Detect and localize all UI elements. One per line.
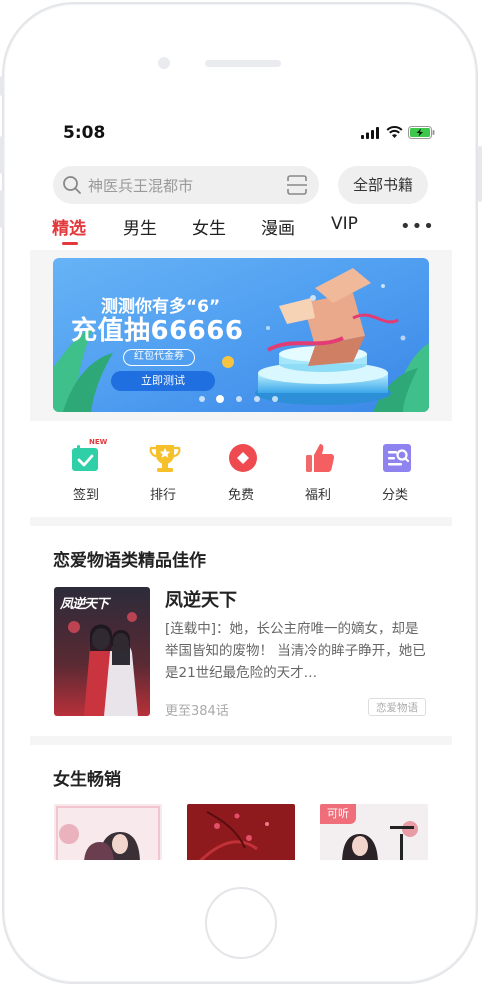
bestseller-cover-art xyxy=(187,804,295,860)
battery-charging-icon xyxy=(408,126,435,139)
genre-tag[interactable]: 恋爱物语 xyxy=(368,698,426,716)
tab-female[interactable]: 女生 xyxy=(192,214,226,239)
quick-link-label: 排行 xyxy=(149,488,176,503)
banner-area: 测测你有多“6” 充值抽66666 红包代金券 立即测试 xyxy=(30,250,452,415)
front-camera xyxy=(158,57,170,69)
status-time: 5:08 xyxy=(63,123,106,143)
banner-voucher-pill: 红包代金券 xyxy=(123,349,195,366)
audio-badge: 可听 xyxy=(320,804,356,824)
mute-switch xyxy=(0,76,4,96)
thumbs-up-icon xyxy=(306,444,335,472)
search-bar[interactable]: 神医兵王混都市 xyxy=(53,166,319,204)
female-bestsellers-section: 女生畅销 可听 xyxy=(30,745,452,860)
active-tab-indicator xyxy=(62,242,78,245)
section-title: 女生畅销 xyxy=(53,770,121,790)
section-title: 恋爱物语类精品佳作 xyxy=(53,551,206,571)
carousel-dot-active[interactable] xyxy=(216,395,224,403)
earpiece-speaker xyxy=(205,60,281,67)
category-icon xyxy=(383,444,411,472)
tab-comics[interactable]: 漫画 xyxy=(261,214,295,239)
banner-test-button[interactable]: 立即测试 xyxy=(111,371,215,391)
volume-down-button xyxy=(0,190,4,228)
carousel-dot[interactable] xyxy=(254,396,260,402)
free-coin-icon xyxy=(229,444,257,472)
quick-links: NEW 签到 排行 免费 福利 分类 xyxy=(30,421,452,517)
carousel-dot[interactable] xyxy=(199,396,205,402)
cover-title: 凤逆天下 xyxy=(60,597,109,612)
carousel-dot[interactable] xyxy=(236,396,242,402)
cellular-signal-icon xyxy=(361,127,379,139)
power-button xyxy=(478,146,482,202)
book-title[interactable]: 凤逆天下 xyxy=(165,586,237,612)
wifi-icon xyxy=(386,126,403,138)
volume-up-button xyxy=(0,136,4,174)
search-icon xyxy=(63,176,81,194)
banner-title: 充值抽66666 xyxy=(71,316,244,346)
search-placeholder: 神医兵王混都市 xyxy=(88,177,194,195)
tab-featured[interactable]: 精选 xyxy=(52,214,86,239)
quick-link-label: 福利 xyxy=(304,488,331,503)
tab-male[interactable]: 男生 xyxy=(123,214,157,239)
chapter-count: 更至384话 xyxy=(165,704,229,719)
new-badge: NEW xyxy=(89,438,108,446)
app-screen: 5:08 神医兵王混都市 全部书籍 精选 男生 女生 漫画 VIP ••• 测测… xyxy=(30,110,452,860)
bestseller-cover[interactable] xyxy=(54,804,162,860)
quick-link-label: 签到 xyxy=(72,488,99,503)
bestseller-cover[interactable] xyxy=(187,804,295,860)
all-books-button[interactable]: 全部书籍 xyxy=(338,166,428,204)
carousel-dot[interactable] xyxy=(272,396,278,402)
scan-icon[interactable] xyxy=(286,175,308,195)
featured-section: 恋爱物语类精品佳作 凤逆天下 凤逆天下 [连载中]：她，长公主府唯一的嫡女，却是… xyxy=(30,526,452,736)
calendar-check-icon xyxy=(72,441,103,471)
more-icon[interactable]: ••• xyxy=(400,216,435,237)
status-bar: 5:08 xyxy=(30,110,452,158)
trophy-icon xyxy=(149,445,181,472)
bestseller-cover[interactable]: 可听 xyxy=(320,804,428,860)
promo-banner[interactable]: 测测你有多“6” 充值抽66666 红包代金券 立即测试 xyxy=(53,258,429,412)
book-description: [连载中]：她，长公主府唯一的嫡女，却是举国皆知的废物！ 当清冷的眸子睁开，她已… xyxy=(165,621,426,681)
category-tabs: 精选 男生 女生 漫画 VIP ••• xyxy=(30,214,452,250)
tab-vip[interactable]: VIP xyxy=(331,214,358,234)
quick-link-label: 免费 xyxy=(227,488,254,503)
home-button[interactable] xyxy=(205,887,277,959)
book-cover[interactable]: 凤逆天下 xyxy=(54,587,150,716)
quick-link-label: 分类 xyxy=(381,488,408,503)
bestseller-cover-art xyxy=(54,804,162,860)
